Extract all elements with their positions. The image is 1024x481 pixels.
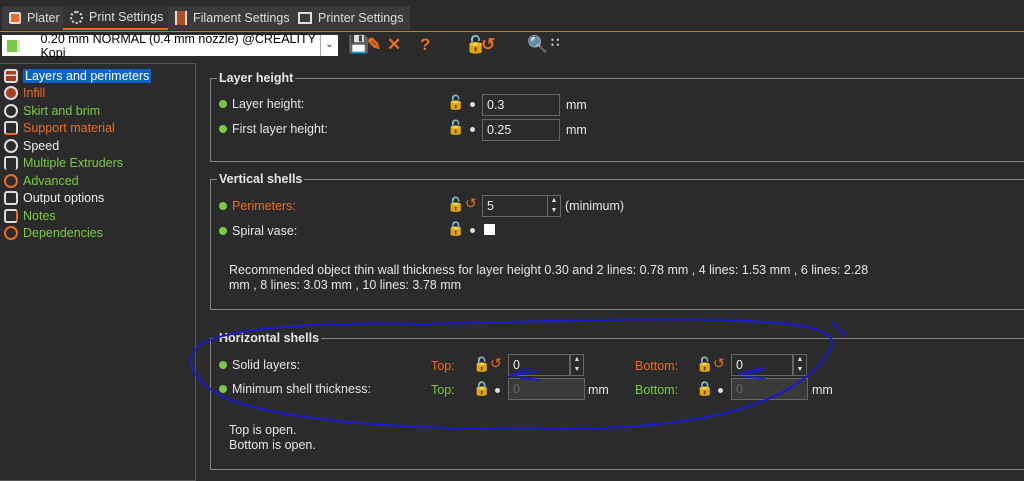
hand-drawn-annotation bbox=[190, 318, 846, 431]
annotation-arrow bbox=[509, 367, 541, 381]
annotation-arrow bbox=[737, 367, 766, 379]
